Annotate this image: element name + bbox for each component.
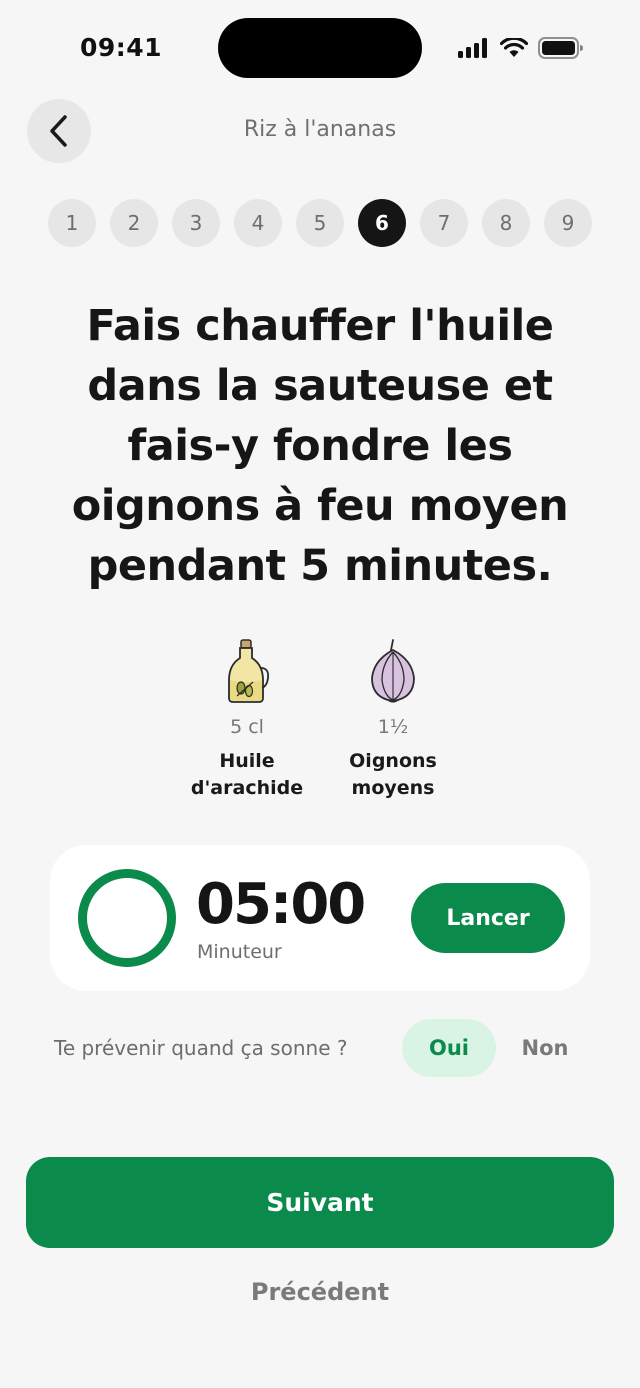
previous-button[interactable]: Précédent [0, 1278, 640, 1306]
ingredient-quantity: 1½ [377, 716, 409, 738]
step-3-button[interactable]: 3 [172, 199, 220, 247]
step-2-button[interactable]: 2 [110, 199, 158, 247]
launch-timer-button[interactable]: Lancer [411, 883, 565, 953]
step-9-button[interactable]: 9 [544, 199, 592, 247]
notify-no-option[interactable]: Non [505, 1019, 585, 1077]
step-selector: 123456789 [48, 199, 592, 247]
step-instruction: Fais chauffer l'huile dans la sauteuse e… [71, 301, 569, 591]
notify-yes-option[interactable]: Oui [402, 1019, 496, 1077]
timer-ring-icon [78, 869, 176, 967]
oil-bottle-icon [228, 639, 270, 703]
cellular-signal-icon [458, 38, 487, 58]
notify-question: Te prévenir quand ça sonne ? [54, 1036, 348, 1060]
step-8-button[interactable]: 8 [482, 199, 530, 247]
ingredient-item: 1½ Oignons moyens [313, 634, 473, 802]
ingredient-item: 5 cl Huile d'arachide [167, 634, 327, 802]
ingredient-quantity: 5 cl [230, 716, 264, 738]
timer-value: 05:00 [196, 872, 366, 937]
dynamic-island [218, 18, 422, 78]
next-button[interactable]: Suivant [26, 1157, 614, 1248]
recipe-step-screen: 09:41 Riz à l'ananas 123456789 Fais chau… [0, 0, 640, 1388]
step-1-button[interactable]: 1 [48, 199, 96, 247]
status-time: 09:41 [80, 33, 163, 62]
step-7-button[interactable]: 7 [420, 199, 468, 247]
timer-label: Minuteur [197, 941, 282, 963]
timer-card: 05:00 Minuteur Lancer [50, 845, 590, 991]
recipe-title: Riz à l'ananas [243, 117, 397, 142]
step-5-button[interactable]: 5 [296, 199, 344, 247]
ingredient-name: Oignons moyens [349, 750, 437, 799]
ingredient-name: Huile d'arachide [190, 750, 304, 799]
status-icons [458, 36, 584, 60]
wifi-icon [500, 38, 528, 57]
step-6-button[interactable]: 6 [358, 199, 406, 247]
battery-icon [538, 37, 583, 59]
ingredient-list: 5 cl Huile d'arachide 1½ Oignons moyens [0, 634, 640, 814]
onion-icon [371, 639, 415, 703]
step-4-button[interactable]: 4 [234, 199, 282, 247]
